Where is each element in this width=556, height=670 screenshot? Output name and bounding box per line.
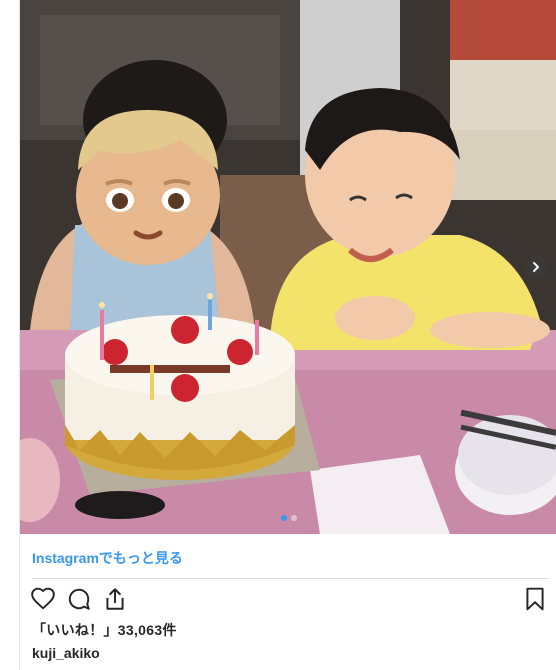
share-button[interactable] bbox=[102, 586, 130, 614]
comment-button[interactable] bbox=[66, 586, 94, 614]
post-photo[interactable] bbox=[20, 0, 556, 534]
like-count: 「いいね！」33,063件 bbox=[32, 622, 177, 638]
action-bar bbox=[30, 586, 550, 616]
birthday-photo-illustration bbox=[20, 0, 556, 534]
divider bbox=[32, 578, 549, 579]
view-more-on-instagram-link[interactable]: Instagramでもっと見る bbox=[32, 548, 183, 568]
carousel-dot-1 bbox=[281, 515, 287, 521]
save-button[interactable] bbox=[522, 586, 550, 614]
chevron-right-icon bbox=[533, 262, 539, 272]
carousel-indicator bbox=[281, 515, 297, 521]
boy-face-emoji-icon bbox=[76, 110, 220, 265]
heart-icon bbox=[31, 587, 55, 610]
bookmark-icon bbox=[526, 587, 544, 611]
like-button[interactable] bbox=[30, 586, 58, 614]
comment-icon bbox=[68, 588, 90, 610]
share-icon bbox=[106, 588, 124, 610]
post-username[interactable]: kuji_akiko bbox=[32, 645, 100, 661]
carousel-dot-2 bbox=[291, 515, 297, 521]
instagram-embed-post: Instagramでもっと見る 「いいね！」33,063件 kuji_akiko bbox=[19, 0, 556, 670]
carousel-next-button[interactable] bbox=[524, 255, 548, 279]
